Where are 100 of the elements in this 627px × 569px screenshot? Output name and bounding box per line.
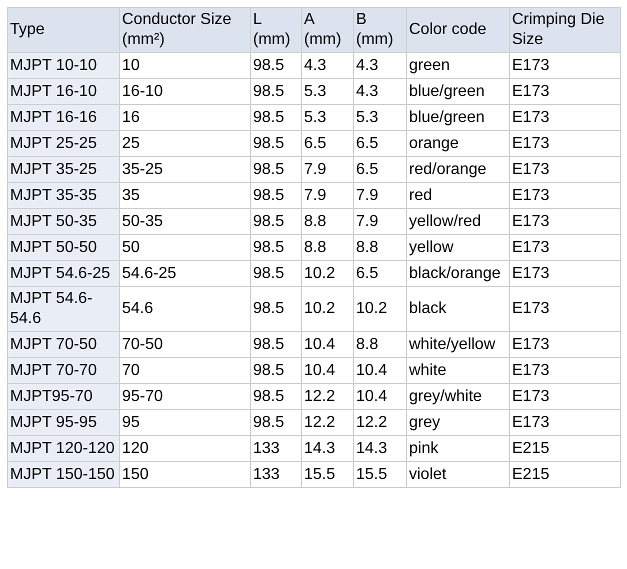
table-cell: MJPT 70-70 — [8, 358, 120, 384]
table-cell: 10.2 — [302, 260, 354, 286]
table-cell: 50-35 — [120, 208, 250, 234]
column-header: L (mm) — [250, 8, 302, 52]
table-cell: E173 — [510, 358, 620, 384]
table-cell: blue/green — [406, 104, 510, 130]
table-cell: E173 — [510, 104, 620, 130]
table-cell: 95 — [120, 410, 250, 436]
table-cell: 5.3 — [302, 78, 354, 104]
table-cell: orange — [406, 130, 510, 156]
table-cell: 98.5 — [250, 78, 302, 104]
table-cell: 50 — [120, 234, 250, 260]
table-cell: 133 — [250, 462, 302, 488]
table-cell: MJPT 10-10 — [8, 52, 120, 78]
table-cell: MJPT 70-50 — [8, 332, 120, 358]
table-cell: 4.3 — [354, 78, 406, 104]
table-cell: 10.4 — [302, 358, 354, 384]
table-cell: 6.5 — [354, 260, 406, 286]
table-cell: 15.5 — [354, 462, 406, 488]
table-cell: 98.5 — [250, 286, 302, 332]
table-cell: 10.2 — [354, 286, 406, 332]
table-cell: MJPT 95-95 — [8, 410, 120, 436]
table-cell: 16 — [120, 104, 250, 130]
table-cell: 6.5 — [354, 130, 406, 156]
table-cell: 4.3 — [302, 52, 354, 78]
table-cell: 6.5 — [302, 130, 354, 156]
table-cell: 6.5 — [354, 156, 406, 182]
table-cell: 15.5 — [302, 462, 354, 488]
table-cell: pink — [406, 436, 510, 462]
table-cell: 10.4 — [302, 332, 354, 358]
table-cell: 7.9 — [354, 182, 406, 208]
table-cell: 4.3 — [354, 52, 406, 78]
table-cell: MJPT 16-16 — [8, 104, 120, 130]
column-header: B (mm) — [354, 8, 406, 52]
table-cell: 98.5 — [250, 130, 302, 156]
table-cell: black — [406, 286, 510, 332]
table-cell: MJPT 25-25 — [8, 130, 120, 156]
column-header: Color code — [406, 8, 510, 52]
table-cell: MJPT 54.6-54.6 — [8, 286, 120, 332]
table-cell: E215 — [510, 462, 620, 488]
table-cell: 8.8 — [354, 332, 406, 358]
table-cell: red — [406, 182, 510, 208]
table-cell: E173 — [510, 208, 620, 234]
table-cell: E173 — [510, 410, 620, 436]
table-cell: 10.4 — [354, 384, 406, 410]
table-cell: 120 — [120, 436, 250, 462]
table-cell: 25 — [120, 130, 250, 156]
table-cell: MJPT95-70 — [8, 384, 120, 410]
table-cell: 8.8 — [354, 234, 406, 260]
table-cell: E215 — [510, 436, 620, 462]
table-cell: 98.5 — [250, 182, 302, 208]
table-cell: MJPT 35-35 — [8, 182, 120, 208]
table-cell: 98.5 — [250, 52, 302, 78]
column-header: Crimping Die Size — [510, 8, 620, 52]
table-cell: E173 — [510, 130, 620, 156]
table-cell: E173 — [510, 78, 620, 104]
table-cell: MJPT 16-10 — [8, 78, 120, 104]
table-cell: 7.9 — [302, 182, 354, 208]
table-cell: 8.8 — [302, 234, 354, 260]
table-cell: E173 — [510, 234, 620, 260]
column-header: A (mm) — [302, 8, 354, 52]
table-cell: 98.5 — [250, 384, 302, 410]
table-cell: 54.6-25 — [120, 260, 250, 286]
table-cell: 14.3 — [354, 436, 406, 462]
table-cell: E173 — [510, 384, 620, 410]
table-cell: MJPT 120-120 — [8, 436, 120, 462]
column-header: Conductor Size (mm²) — [120, 8, 250, 52]
table-cell: 98.5 — [250, 234, 302, 260]
table-cell: green — [406, 52, 510, 78]
table-cell: E173 — [510, 52, 620, 78]
table-cell: E173 — [510, 332, 620, 358]
table-cell: 98.5 — [250, 156, 302, 182]
table-cell: MJPT 50-35 — [8, 208, 120, 234]
table-cell: 12.2 — [302, 410, 354, 436]
table-cell: white/yellow — [406, 332, 510, 358]
table-cell: black/orange — [406, 260, 510, 286]
table-cell: E173 — [510, 260, 620, 286]
table-cell: yellow/red — [406, 208, 510, 234]
table-cell: red/orange — [406, 156, 510, 182]
table-cell: 7.9 — [354, 208, 406, 234]
table-cell: 12.2 — [302, 384, 354, 410]
table-cell: 98.5 — [250, 358, 302, 384]
table-cell: 10.2 — [302, 286, 354, 332]
table-cell: 70 — [120, 358, 250, 384]
table-cell: MJPT 150-150 — [8, 462, 120, 488]
table-cell: white — [406, 358, 510, 384]
table-cell: 98.5 — [250, 260, 302, 286]
table-cell: 150 — [120, 462, 250, 488]
table-cell: 16-10 — [120, 78, 250, 104]
table-cell: grey — [406, 410, 510, 436]
table-cell: violet — [406, 462, 510, 488]
table-cell: 14.3 — [302, 436, 354, 462]
table-cell: MJPT 54.6-25 — [8, 260, 120, 286]
table-cell: E173 — [510, 182, 620, 208]
table-cell: 5.3 — [302, 104, 354, 130]
table-cell: MJPT 35-25 — [8, 156, 120, 182]
table-cell: blue/green — [406, 78, 510, 104]
table-cell: 10 — [120, 52, 250, 78]
table-cell: 98.5 — [250, 410, 302, 436]
table-cell: E173 — [510, 286, 620, 332]
